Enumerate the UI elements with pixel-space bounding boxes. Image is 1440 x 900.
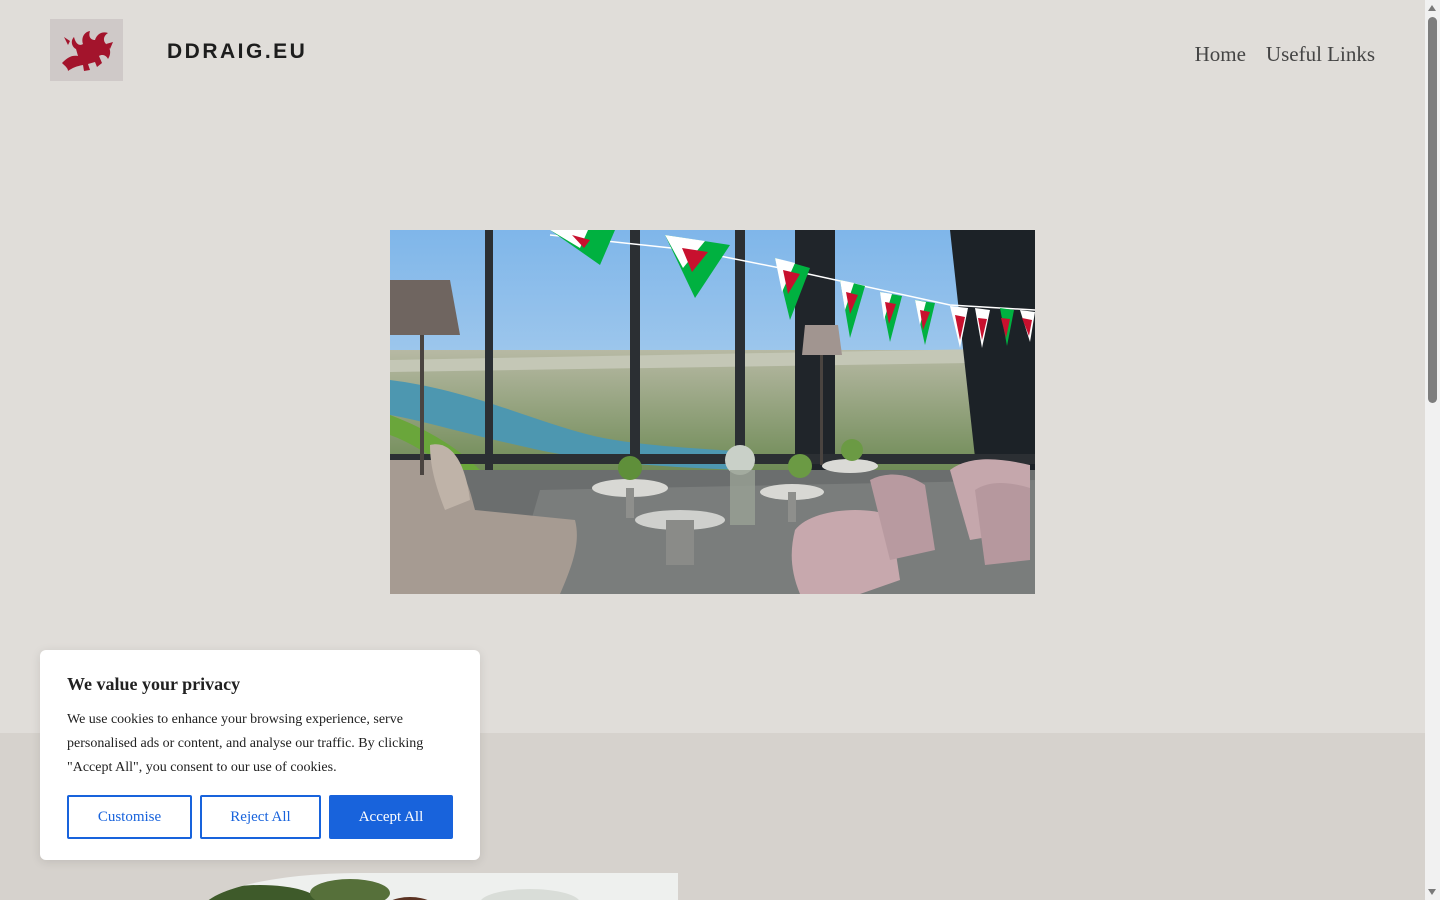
- cookie-description: We use cookies to enhance your browsing …: [67, 712, 424, 775]
- dragon-icon: [50, 19, 123, 81]
- band-image: [200, 873, 678, 900]
- cookie-consent-dialog: We value your privacy We use cookies to …: [40, 650, 480, 860]
- reject-all-button[interactable]: Reject All: [200, 795, 321, 839]
- site-logo[interactable]: [50, 19, 123, 81]
- plant-photo: [200, 873, 678, 900]
- scroll-up-arrow-icon[interactable]: [1428, 5, 1436, 11]
- accept-all-button[interactable]: Accept All: [329, 795, 453, 839]
- nav-link-useful-links[interactable]: Useful Links: [1266, 42, 1375, 67]
- scroll-thumb[interactable]: [1428, 17, 1437, 403]
- site-header: DDRAIG.EU Home Useful Links: [0, 0, 1425, 110]
- scroll-down-arrow-icon[interactable]: [1428, 889, 1436, 895]
- vertical-scrollbar[interactable]: [1425, 0, 1440, 900]
- lounge-photo: [390, 230, 1035, 594]
- site-title[interactable]: DDRAIG.EU: [167, 40, 307, 64]
- customise-button[interactable]: Customise: [67, 795, 192, 839]
- main-nav: Home Useful Links: [1195, 42, 1375, 67]
- cookie-title: We value your privacy: [67, 674, 241, 694]
- hero-image: [390, 230, 1035, 594]
- nav-link-home[interactable]: Home: [1195, 42, 1246, 67]
- page: DDRAIG.EU Home Useful Links We value you…: [0, 0, 1425, 900]
